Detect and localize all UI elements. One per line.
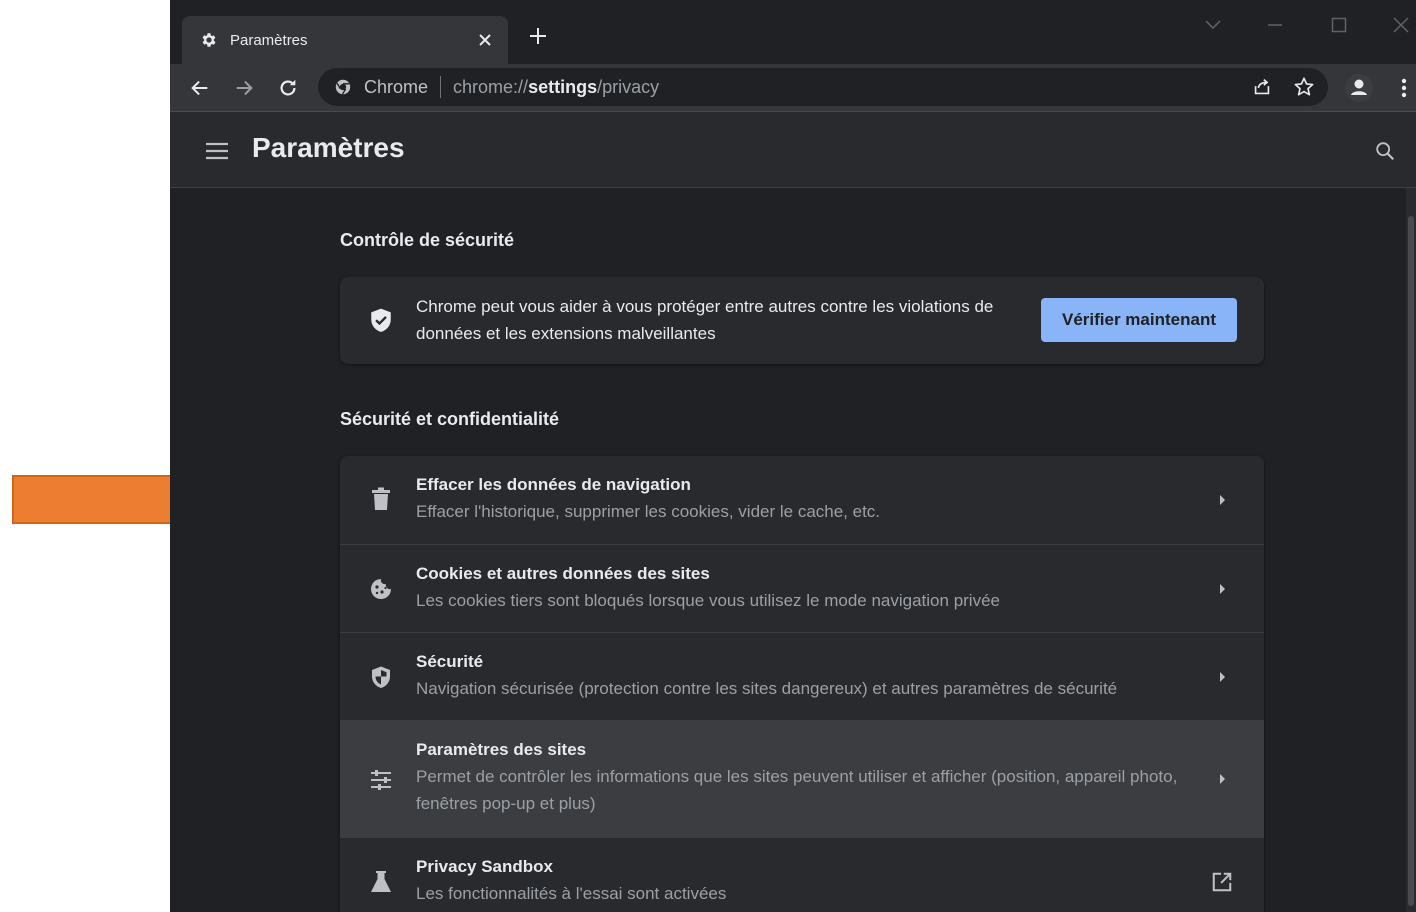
close-window-icon[interactable] (1388, 12, 1414, 38)
list-item-cookies[interactable]: Cookies et autres données des sites Les … (340, 544, 1264, 632)
tab-search-icon[interactable] (1200, 12, 1226, 38)
row-subtitle: Navigation sécurisée (protection contre … (416, 679, 1118, 698)
privacy-list-card: Effacer les données de navigation Efface… (340, 456, 1264, 912)
list-item-site-settings[interactable]: Paramètres des sites Permet de contrôler… (340, 720, 1264, 837)
profile-avatar[interactable] (1344, 73, 1374, 103)
omnibox-separator (440, 76, 442, 98)
share-icon[interactable] (1248, 73, 1276, 101)
safety-check-heading: Contrôle de sécurité (340, 230, 515, 250)
list-item-clear-browsing-data[interactable]: Effacer les données de navigation Efface… (340, 456, 1264, 544)
row-title: Paramètres des sites (416, 740, 587, 759)
settings-header: Paramètres (170, 112, 1416, 188)
list-item-privacy-sandbox[interactable]: Privacy Sandbox Les fonctionnalités à l'… (340, 837, 1264, 912)
url-scheme: chrome:// (453, 76, 529, 97)
chevron-right-icon (1212, 667, 1232, 687)
url-host: settings (528, 76, 598, 97)
check-now-button[interactable]: Vérifier maintenant (1041, 298, 1237, 342)
back-button[interactable] (186, 74, 214, 102)
shield-icon (368, 664, 394, 690)
scrollbar-thumb[interactable] (1408, 216, 1414, 906)
screenshot-stage: Paramètres Chrome chrome:// settings /pr… (0, 0, 1416, 912)
settings-content: Contrôle de sécurité Chrome peut vous ai… (170, 188, 1406, 912)
row-title: Sécurité (416, 652, 484, 671)
trash-icon (368, 486, 394, 512)
bookmark-star-icon[interactable] (1290, 73, 1318, 101)
row-title: Effacer les données de navigation (416, 475, 691, 494)
forward-button[interactable] (230, 74, 258, 102)
page-title: Paramètres (252, 132, 405, 163)
url-path: /privacy (597, 76, 660, 97)
chrome-site-icon (334, 78, 352, 96)
row-subtitle: Les cookies tiers sont bloqués lorsque v… (416, 591, 1000, 610)
more-menu-icon[interactable] (1390, 74, 1416, 102)
chrome-window: Paramètres Chrome chrome:// settings /pr… (170, 0, 1416, 912)
site-chip: Chrome (364, 76, 429, 97)
close-tab-icon[interactable] (474, 29, 496, 51)
new-tab-button[interactable] (526, 24, 550, 48)
row-subtitle: Les fonctionnalités à l'essai sont activ… (416, 884, 727, 903)
address-bar[interactable]: Chrome chrome://settings/privacy (318, 68, 1328, 106)
search-icon[interactable] (1370, 136, 1400, 166)
safety-check-description: Chrome peut vous aider à vous protéger e… (416, 297, 994, 343)
scrollbar[interactable] (1406, 188, 1416, 912)
maximize-icon[interactable] (1326, 12, 1352, 38)
chevron-right-icon (1212, 579, 1232, 599)
row-subtitle: Effacer l'historique, supprimer les cook… (416, 502, 881, 521)
tune-icon (368, 767, 394, 793)
row-title: Privacy Sandbox (416, 857, 554, 876)
open-in-new-icon[interactable] (1208, 868, 1236, 896)
chevron-right-icon (1212, 490, 1232, 510)
tab-settings[interactable]: Paramètres (182, 16, 508, 64)
privacy-security-heading: Sécurité et confidentialité (340, 409, 560, 429)
shield-check-icon (368, 307, 394, 333)
gear-icon (200, 31, 218, 49)
browser-toolbar: Chrome chrome://settings/privacy (170, 64, 1416, 112)
menu-icon[interactable] (202, 136, 232, 166)
row-title: Cookies et autres données des sites (416, 564, 710, 583)
chevron-right-icon (1212, 769, 1232, 789)
flask-icon (368, 869, 394, 895)
tab-title: Paramètres (230, 31, 308, 49)
minimize-icon[interactable] (1262, 12, 1288, 38)
tab-strip: Paramètres (170, 0, 1416, 64)
row-subtitle: Permet de contrôler les informations que… (416, 767, 1178, 813)
list-item-security[interactable]: Sécurité Navigation sécurisée (protectio… (340, 632, 1264, 720)
safety-check-card: Chrome peut vous aider à vous protéger e… (340, 277, 1264, 364)
cookie-icon (368, 576, 394, 602)
reload-button[interactable] (274, 74, 302, 102)
